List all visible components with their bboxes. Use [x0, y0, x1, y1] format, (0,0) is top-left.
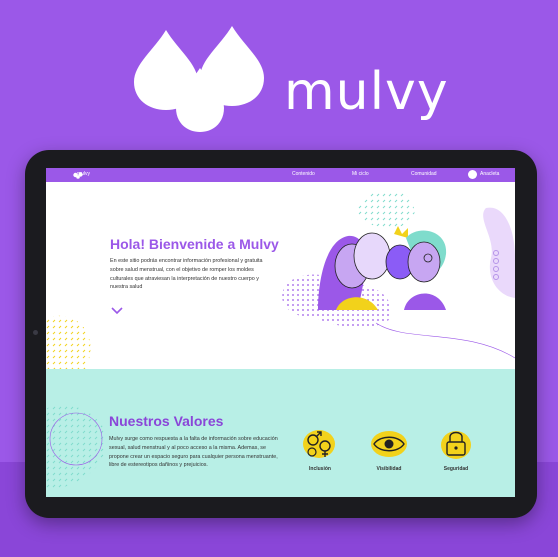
value-inclusion: Inclusión — [295, 426, 345, 472]
carousel-dot[interactable] — [493, 258, 499, 264]
hero-title: Hola! Bienvenide a Mulvy — [110, 236, 279, 252]
gender-symbols-icon — [303, 430, 335, 458]
brand-logo: mulvy — [132, 24, 452, 136]
carousel-dot[interactable] — [493, 266, 499, 272]
chevron-down-icon[interactable] — [111, 307, 123, 315]
account-avatar[interactable] — [468, 170, 477, 179]
brand-wordmark: mulvy — [284, 62, 449, 122]
value-visibilidad: Visibilidad — [364, 426, 414, 472]
values-description: Mulvy surge como respuesta a la falta de… — [109, 436, 278, 469]
account-label[interactable]: Anacleta — [480, 171, 499, 177]
lavender-blob — [483, 207, 515, 298]
value-label: Visibilidad — [376, 466, 402, 472]
nav-logo-text[interactable]: mulvy — [77, 171, 90, 177]
carousel-dot[interactable] — [493, 250, 499, 256]
hero-illustration — [318, 226, 447, 310]
lock-icon — [441, 431, 471, 459]
website-screen: mulvy Contenido Mi ciclo Comunidad Anacl… — [46, 168, 515, 497]
values-title: Nuestros Valores — [109, 413, 224, 429]
nav-item-contenido[interactable]: Contenido — [292, 171, 315, 177]
value-label: Inclusión — [309, 466, 331, 472]
nav-item-comunidad[interactable]: Comunidad — [411, 171, 437, 177]
carousel-dots — [493, 250, 499, 282]
drops-logo-icon — [134, 26, 264, 132]
eye-icon — [371, 431, 407, 457]
top-navbar: mulvy Contenido Mi ciclo Comunidad Anacl… — [46, 168, 515, 182]
value-seguridad: Seguridad — [431, 426, 481, 472]
tablet-camera — [33, 330, 38, 335]
carousel-dot[interactable] — [493, 274, 499, 280]
nav-item-mi-ciclo[interactable]: Mi ciclo — [352, 171, 369, 177]
hero-description: En este sitio podrás encontrar informaci… — [110, 258, 263, 291]
value-label: Seguridad — [443, 466, 469, 472]
